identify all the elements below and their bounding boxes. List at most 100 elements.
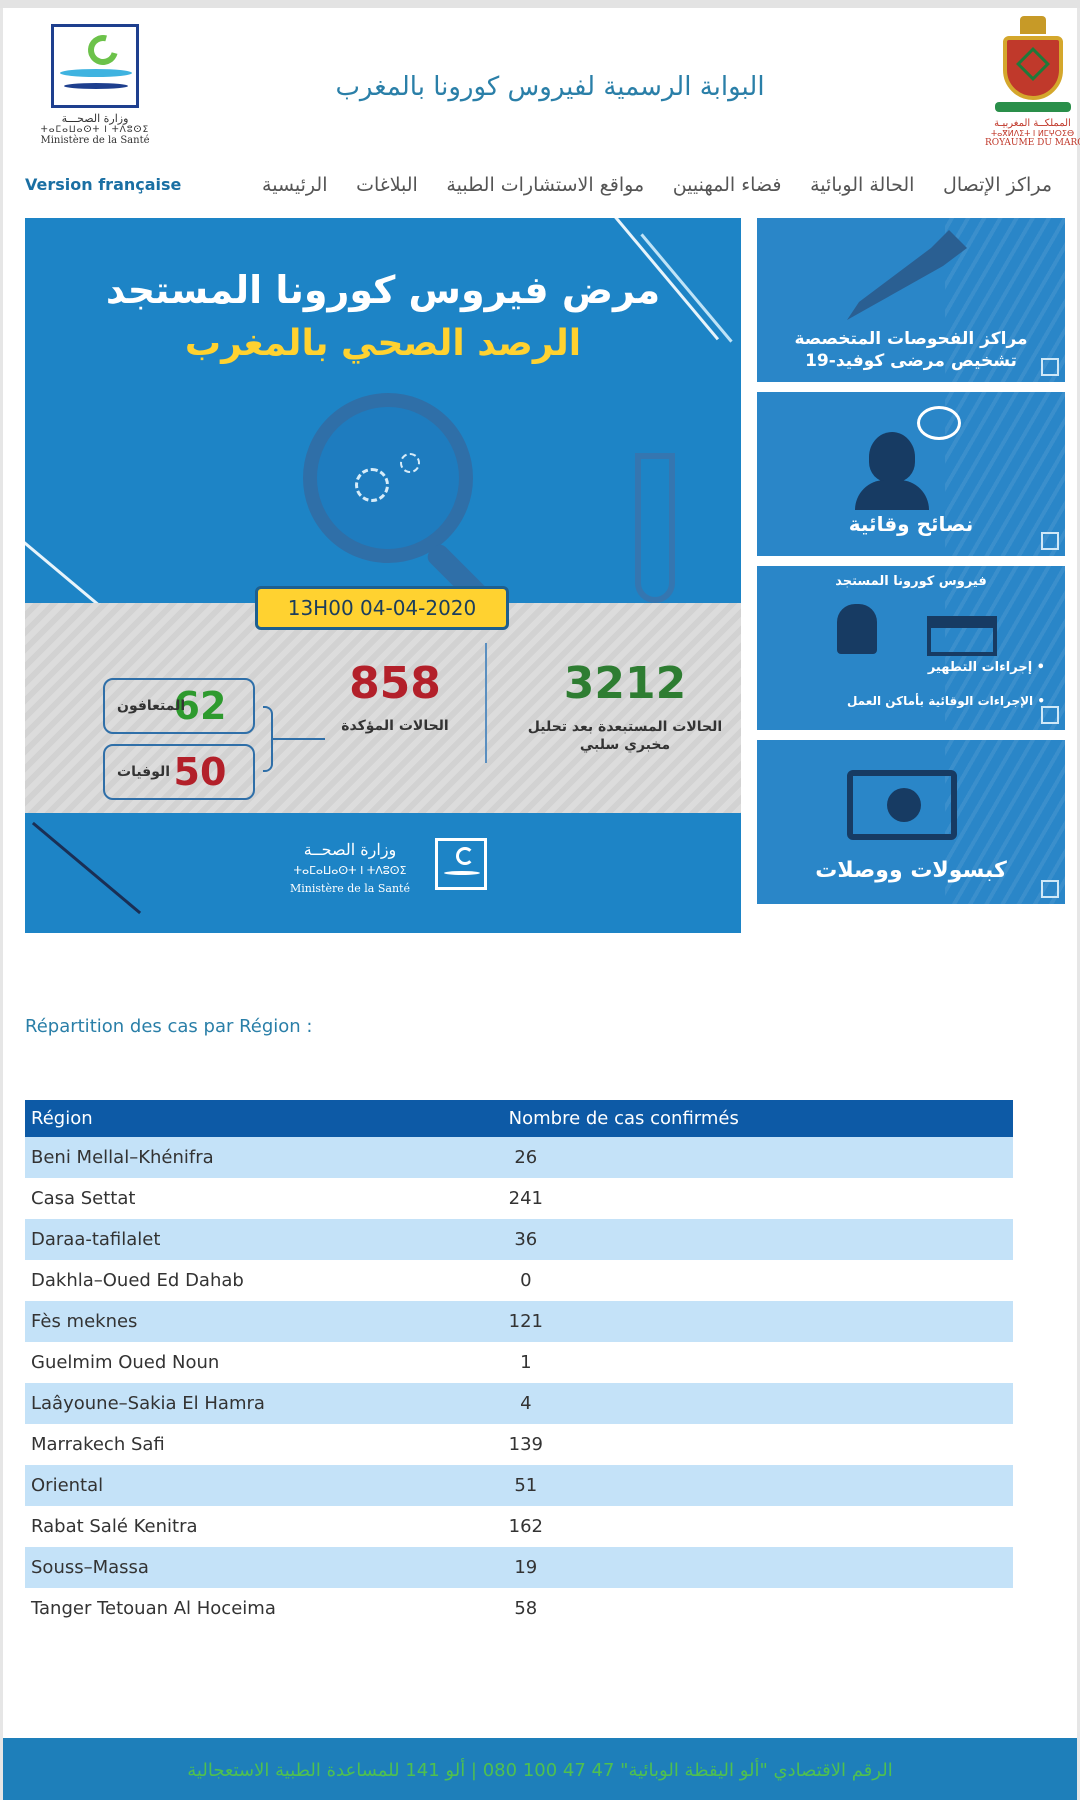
table-row: Laâyoune–Sakia El Hamra 4	[25, 1383, 1013, 1424]
procedures-item-workplace: • الإجراءات الوقائية بأماكن العمل	[846, 694, 1045, 708]
infographic-ministry-tifinagh: ⵜⴰⵎⴰⵡⴰⵙⵜ ⵏ ⵜⴷⵓⵙⵉ	[293, 864, 407, 877]
royal-emblem: المملكــة المغربيـة ⵜⴰⴳⵍⴷⵉⵜ ⵏ ⵍⵎⵖⵔⵉⴱ ROY…	[985, 16, 1080, 156]
region-name: Beni Mellal–Khénifra	[25, 1137, 509, 1178]
sprayer-worker-icon	[837, 604, 877, 654]
region-name: Fès meknes	[25, 1301, 509, 1342]
nav-item-epidemic-status[interactable]: الحالة الوبائية	[810, 174, 914, 196]
procedures-title: فيروس كورونا المستجد	[835, 574, 987, 589]
recovered-label: المتعافون	[117, 698, 186, 714]
shield-icon	[1002, 36, 1063, 100]
ministry-logo-icon	[51, 24, 139, 108]
infographic-ministry-ar: وزارة الصحــة	[303, 840, 397, 859]
procedures-item-disinfection: • إجراءات التطهير	[927, 660, 1045, 675]
virus-icon	[355, 468, 389, 502]
emblem-ar: المملكــة المغربيـة	[994, 118, 1071, 129]
region-name: Oriental	[25, 1465, 509, 1506]
table-row: Oriental 51	[25, 1465, 1013, 1506]
magnifier-icon	[303, 393, 473, 563]
region-cases: 36	[508, 1219, 1013, 1260]
table-row: Souss–Massa 19	[25, 1547, 1013, 1588]
qr-icon	[1041, 532, 1059, 550]
lightbulb-bubble-icon	[917, 406, 961, 440]
table-row: Daraa-tafilalet 36	[25, 1219, 1013, 1260]
qr-icon	[1041, 358, 1059, 376]
region-name: Dakhla–Oued Ed Dahab	[31, 1270, 244, 1291]
virus-icon	[400, 453, 420, 473]
table-row: Dakhla–Oued Ed Dahab 0	[25, 1260, 1013, 1301]
region-cases: 139	[508, 1434, 543, 1455]
ministry-logo-fr: Ministère de la Santé	[40, 135, 150, 146]
top-gray-strip	[0, 0, 1080, 8]
ministry-logo[interactable]: وزارة الصحـــة ⵜⴰⵎⴰⵡⴰⵙⵜ ⵏ ⵜⴷⵓⵙⵉ Ministèr…	[40, 20, 150, 150]
qr-icon	[1041, 706, 1059, 724]
crown-icon	[1019, 16, 1046, 34]
procedures-card[interactable]: فيروس كورونا المستجد • إجراءات التطهير •…	[757, 566, 1065, 730]
column-header-cases: Nombre de cas confirmés	[508, 1100, 1013, 1137]
covid-status-infographic: مرض فيروس كورونا المستجد الرصد الصحي بال…	[25, 218, 741, 933]
office-desk-icon	[927, 616, 997, 656]
nav-item-medical-sites[interactable]: مواقع الاستشارات الطبية	[446, 174, 644, 196]
capsules-card[interactable]: كبسولات ووصلات	[757, 740, 1065, 904]
region-name: Souss–Massa	[25, 1547, 509, 1588]
testing-centers-card[interactable]: مراكز الفحوصات المتخصصة تشخيص مرضى كوفيد…	[757, 218, 1065, 382]
confirmed-label: الحالات المؤكدة	[341, 718, 449, 734]
site-title: البوابة الرسمية لفيروس كورونا بالمغرب	[335, 72, 765, 102]
capsules-title: كبسولات ووصلات	[815, 858, 1007, 883]
person-icon	[869, 432, 915, 482]
hotline-footer: الرقم الاقتصادي "ألو اليقظة الوبائية" 47…	[3, 1738, 1077, 1800]
region-name: Marrakech Safi	[31, 1434, 165, 1455]
region-name: Casa Settat	[31, 1188, 136, 1209]
infographic-subtitle: الرصد الصحي بالمغرب	[184, 323, 582, 364]
region-cases: 1	[520, 1352, 532, 1373]
test-tube-icon	[635, 453, 675, 603]
emblem-tifinagh: ⵜⴰⴳⵍⴷⵉⵜ ⵏ ⵍⵎⵖⵔⵉⴱ	[990, 129, 1075, 138]
table-row: Casa Settat 241	[25, 1178, 1013, 1219]
table-row: Marrakech Safi 139	[25, 1424, 1013, 1465]
testing-centers-title: مراكز الفحوصات المتخصصة تشخيص مرضى كوفيد…	[794, 329, 1028, 371]
main-nav: الرئيسية البلاغات مواقع الاستشارات الطبي…	[262, 174, 1052, 196]
table-row: Fès meknes 121	[25, 1301, 1013, 1342]
nav-item-professionals[interactable]: فضاء المهنيين	[673, 174, 782, 196]
excluded-label: الحالات المستبعدة بعد تحليل مخبري سلبي	[527, 719, 723, 753]
region-cases: 19	[508, 1547, 1013, 1588]
region-cases: 26	[508, 1137, 1013, 1178]
table-row: Tanger Tetouan Al Hoceima 58	[25, 1588, 1013, 1629]
deaths-count: 50	[173, 750, 227, 794]
region-name: Laâyoune–Sakia El Hamra	[25, 1383, 509, 1424]
region-cases: 4	[508, 1383, 1013, 1424]
qr-icon	[1041, 880, 1059, 898]
table-row: Beni Mellal–Khénifra 26	[25, 1137, 1013, 1178]
region-cases: 121	[508, 1301, 1013, 1342]
infographic-title: مرض فيروس كورونا المستجد	[105, 268, 661, 312]
excluded-count: 3212	[563, 658, 687, 709]
region-cases: 162	[508, 1516, 543, 1537]
region-name: Rabat Salé Kenitra	[31, 1516, 198, 1537]
deaths-label: الوفيات	[117, 764, 171, 780]
column-header-region: Région	[25, 1100, 509, 1137]
region-cases: 58	[514, 1598, 538, 1619]
table-header-row: Région Nombre de cas confirmés	[25, 1100, 1013, 1137]
confirmed-count: 858	[349, 658, 441, 709]
nav-item-call-centers[interactable]: مراكز الإتصال	[943, 174, 1052, 196]
nav-item-home[interactable]: الرئيسية	[262, 174, 327, 196]
version-francaise-link[interactable]: Version française	[25, 175, 181, 194]
table-row: Rabat Salé Kenitra 162	[25, 1506, 1013, 1547]
region-name: Daraa-tafilalet	[25, 1219, 509, 1260]
ministry-logo-tifinagh: ⵜⴰⵎⴰⵡⴰⵙⵜ ⵏ ⵜⴷⵓⵙⵉ	[40, 125, 150, 135]
prevention-tips-title: نصائح وقائية	[848, 512, 974, 536]
regions-table: Région Nombre de cas confirmés Beni Mell…	[25, 1100, 1013, 1629]
region-cases: 241	[508, 1188, 543, 1209]
region-cases: 51	[508, 1465, 1013, 1506]
region-name: Tanger Tetouan Al Hoceima	[31, 1598, 276, 1619]
nav-item-communiques[interactable]: البلاغات	[356, 174, 418, 196]
deaths-box: 50 الوفيات	[103, 744, 255, 800]
infographic-ministry-fr: Ministère de la Santé	[290, 882, 410, 895]
region-cases: 0	[520, 1270, 532, 1291]
recovered-box: 62 المتعافون	[103, 678, 255, 734]
report-date: 13H00 04-04-2020	[255, 586, 509, 630]
prevention-tips-card[interactable]: نصائح وقائية	[757, 392, 1065, 556]
ministry-logo-ar: وزارة الصحـــة	[61, 112, 129, 125]
ministry-logo-icon	[435, 838, 487, 890]
emblem-fr: ROYAUME DU MAROC	[985, 138, 1080, 148]
regions-section-title: Répartition des cas par Région :	[25, 1016, 313, 1037]
